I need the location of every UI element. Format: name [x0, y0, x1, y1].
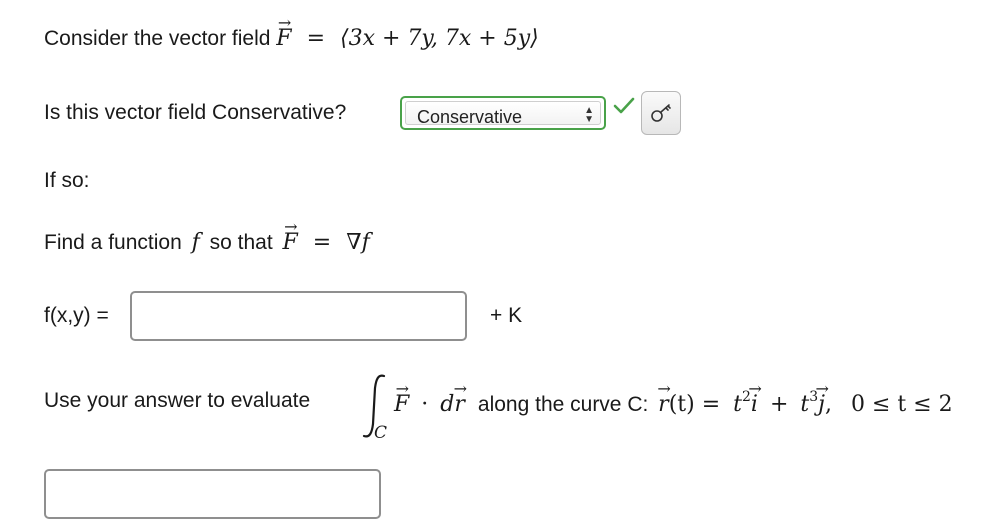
key-icon — [651, 104, 671, 122]
line-integral-expression: F · dr along the curve C: r(t) = t2i + t… — [394, 389, 953, 417]
vector-field-statement: Consider the vector field F = ⟨3x + 7y, … — [44, 26, 539, 51]
fxy-input[interactable] — [130, 291, 467, 341]
key-button[interactable] — [641, 91, 681, 135]
curve-parametrization: r(t) = t2i + t3j, 0 ≤ t ≤ 2 — [654, 389, 953, 417]
select-field: Conservative ▲ ▼ — [405, 101, 601, 127]
vector-field-components: ⟨3x + 7y, 7x + 5y⟩ — [340, 26, 539, 51]
plus-sign: + — [769, 392, 789, 417]
vector-F: F — [394, 392, 409, 417]
t-range: 0 ≤ t ≤ 2 — [850, 392, 953, 417]
dot-operator: · — [421, 392, 429, 417]
constant-k-label: + K — [490, 304, 523, 327]
conservative-question-label: Is this vector field Conservative? — [44, 101, 347, 124]
t-variable: t — [733, 392, 742, 417]
problem-page: Consider the vector field F = ⟨3x + 7y, … — [0, 0, 1007, 529]
conservative-question: Is this vector field Conservative? — [44, 101, 346, 125]
unit-vector-i: i — [751, 392, 758, 417]
function-f: f — [361, 230, 370, 255]
vector-F: F — [283, 230, 298, 255]
vector-r: r — [454, 392, 465, 417]
equals-sign: = — [306, 26, 325, 51]
select-value: Conservative — [417, 107, 523, 127]
find-function-middle: so that — [209, 231, 273, 254]
evaluate-prefix: Use your answer to evaluate — [44, 389, 311, 412]
find-function-statement: Find a function f so that F = ∇f — [44, 230, 370, 255]
function-f: f — [191, 230, 200, 255]
vector-r: r — [658, 392, 669, 417]
curve-param-eq: (t) = — [668, 392, 721, 417]
vector-field-formula: F = ⟨3x + 7y, 7x + 5y⟩ — [276, 26, 538, 51]
find-function-prefix: Find a function — [44, 231, 182, 254]
gradient-equation: F = ∇f — [279, 230, 370, 255]
vector-field-prefix: Consider the vector field — [44, 27, 271, 50]
integral-subscript: C — [374, 423, 388, 443]
t-variable: t — [800, 392, 810, 417]
curve-label: along the curve C: — [477, 393, 649, 416]
line-integral-answer-input[interactable] — [44, 469, 381, 519]
nabla-symbol: ∇ — [346, 230, 362, 255]
if-so-label: If so: — [44, 169, 90, 192]
vector-F: F — [276, 26, 291, 51]
checkmark-icon — [613, 97, 635, 114]
integrand: F · dr — [394, 392, 472, 417]
select-arrows-icon: ▲ ▼ — [584, 105, 594, 125]
conservative-select[interactable]: Conservative ▲ ▼ — [400, 96, 606, 130]
equals-sign: = — [312, 230, 332, 255]
differential-d: d — [440, 392, 455, 417]
fxy-label: f(x,y) = — [44, 304, 109, 327]
unit-vector-j: j — [818, 392, 825, 417]
